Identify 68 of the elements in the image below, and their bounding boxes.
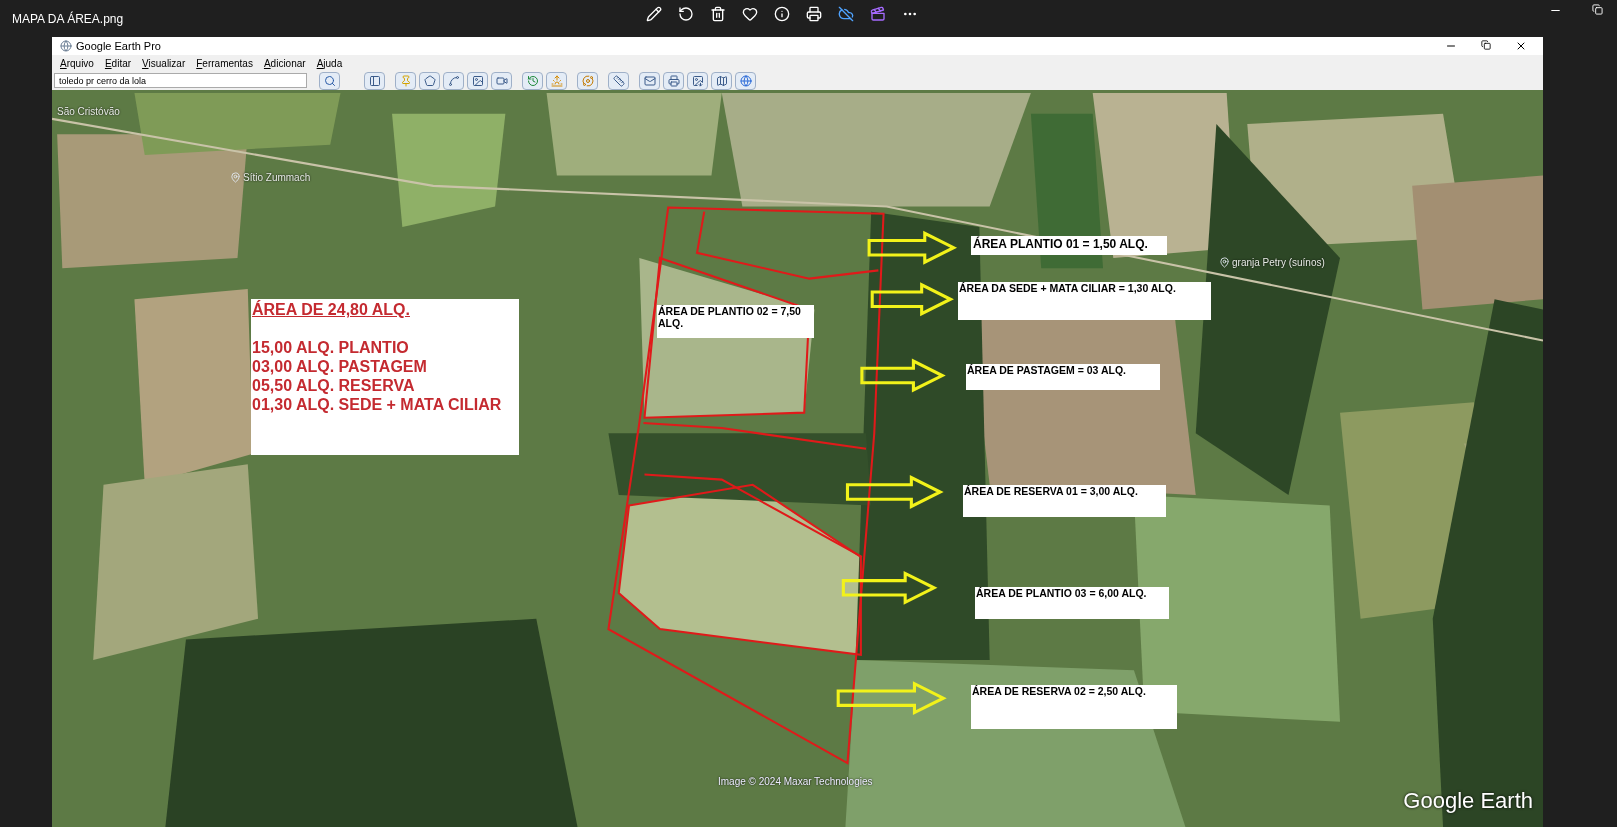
info-icon[interactable] xyxy=(774,6,790,22)
mail-icon xyxy=(643,74,656,87)
heart-icon[interactable] xyxy=(742,6,758,22)
image-icon xyxy=(691,74,704,87)
overlay-button[interactable] xyxy=(467,71,488,90)
print-icon[interactable] xyxy=(806,6,822,22)
area-label: ÁREA DE RESERVA 02 = 2,50 ALQ. xyxy=(971,685,1177,729)
place-label: Sítio Zummach xyxy=(243,171,311,185)
save-image-button[interactable] xyxy=(687,71,708,90)
area-label: ÁREA DE PASTAGEM = 03 ALQ. xyxy=(966,364,1160,390)
rotate-icon[interactable] xyxy=(678,6,694,22)
delete-icon[interactable] xyxy=(710,6,726,22)
map-button[interactable] xyxy=(711,71,732,90)
summary-line: 03,00 ALQ. PASTAGEM xyxy=(252,357,427,376)
pin-icon xyxy=(399,74,412,87)
tour-button[interactable] xyxy=(491,71,512,90)
summary-line: 01,30 ALQ. SEDE + MATA CILIAR xyxy=(252,395,502,414)
search-button[interactable] xyxy=(319,71,340,90)
window-title: Google Earth Pro xyxy=(76,38,161,54)
restore-icon[interactable] xyxy=(1592,4,1603,15)
menu-item[interactable]: Visualizar xyxy=(142,55,186,71)
ruler-icon xyxy=(612,74,625,87)
place-label: São Cristóvão xyxy=(57,105,120,119)
email-button[interactable] xyxy=(639,71,660,90)
ruler-button[interactable] xyxy=(608,71,629,90)
clapperboard-icon[interactable] xyxy=(870,6,886,22)
menu-item[interactable]: Adicionar xyxy=(263,55,306,71)
pentagon-icon xyxy=(423,74,436,87)
menu-item[interactable]: Ferramentas xyxy=(196,55,253,71)
earth-button[interactable] xyxy=(735,71,756,90)
map-icon xyxy=(715,74,728,87)
cloud-off-icon[interactable] xyxy=(838,6,854,22)
restore-icon[interactable] xyxy=(1481,40,1491,50)
globe-icon xyxy=(739,74,752,87)
summary-line: 15,00 ALQ. PLANTIO xyxy=(252,338,409,357)
image-icon xyxy=(471,74,484,87)
area-label: ÁREA DE PLANTIO 03 = 6,00 ALQ. xyxy=(975,587,1169,619)
video-icon xyxy=(495,74,508,87)
path-icon xyxy=(447,74,460,87)
planet-icon xyxy=(581,74,594,87)
place-label: granja Petry (suínos) xyxy=(1232,256,1325,270)
print-icon xyxy=(667,74,680,87)
search-field[interactable]: toledo pr cerro da lola xyxy=(54,73,307,88)
area-label: ÁREA DA SEDE + MATA CILIAR = 1,30 ALQ. xyxy=(958,282,1211,320)
history-button[interactable] xyxy=(522,71,543,90)
sidebar-button[interactable] xyxy=(364,71,385,90)
polygon-button[interactable] xyxy=(419,71,440,90)
clock-icon xyxy=(526,74,539,87)
edit-icon[interactable] xyxy=(646,6,662,22)
area-label: ÁREA DE PLANTIO 02 = 7,50 ALQ. xyxy=(657,305,814,338)
file-name: MAPA DA ÁREA.png xyxy=(12,10,124,28)
menu-item[interactable]: Arquivo xyxy=(60,55,94,71)
close-icon[interactable] xyxy=(1515,40,1527,52)
globe-icon xyxy=(60,40,72,52)
path-button[interactable] xyxy=(443,71,464,90)
area-label: ÁREA DE RESERVA 01 = 3,00 ALQ. xyxy=(963,485,1166,517)
planet-button[interactable] xyxy=(577,71,598,90)
app-logo: Google Earth xyxy=(1403,787,1533,815)
sun-icon xyxy=(550,74,563,87)
search-icon xyxy=(323,74,336,87)
summary-title: ÁREA DE 24,80 ALQ. xyxy=(252,300,410,319)
menu-item[interactable]: Editar xyxy=(104,55,132,71)
sidebar-icon xyxy=(368,74,381,87)
summary-line: 05,50 ALQ. RESERVA xyxy=(252,376,415,395)
menu-item[interactable]: Ajuda xyxy=(316,55,343,71)
print-button[interactable] xyxy=(663,71,684,90)
imagery-attribution: Image © 2024 Maxar Technologies xyxy=(718,775,873,789)
area-label: ÁREA PLANTIO 01 = 1,50 ALQ. xyxy=(971,236,1167,255)
